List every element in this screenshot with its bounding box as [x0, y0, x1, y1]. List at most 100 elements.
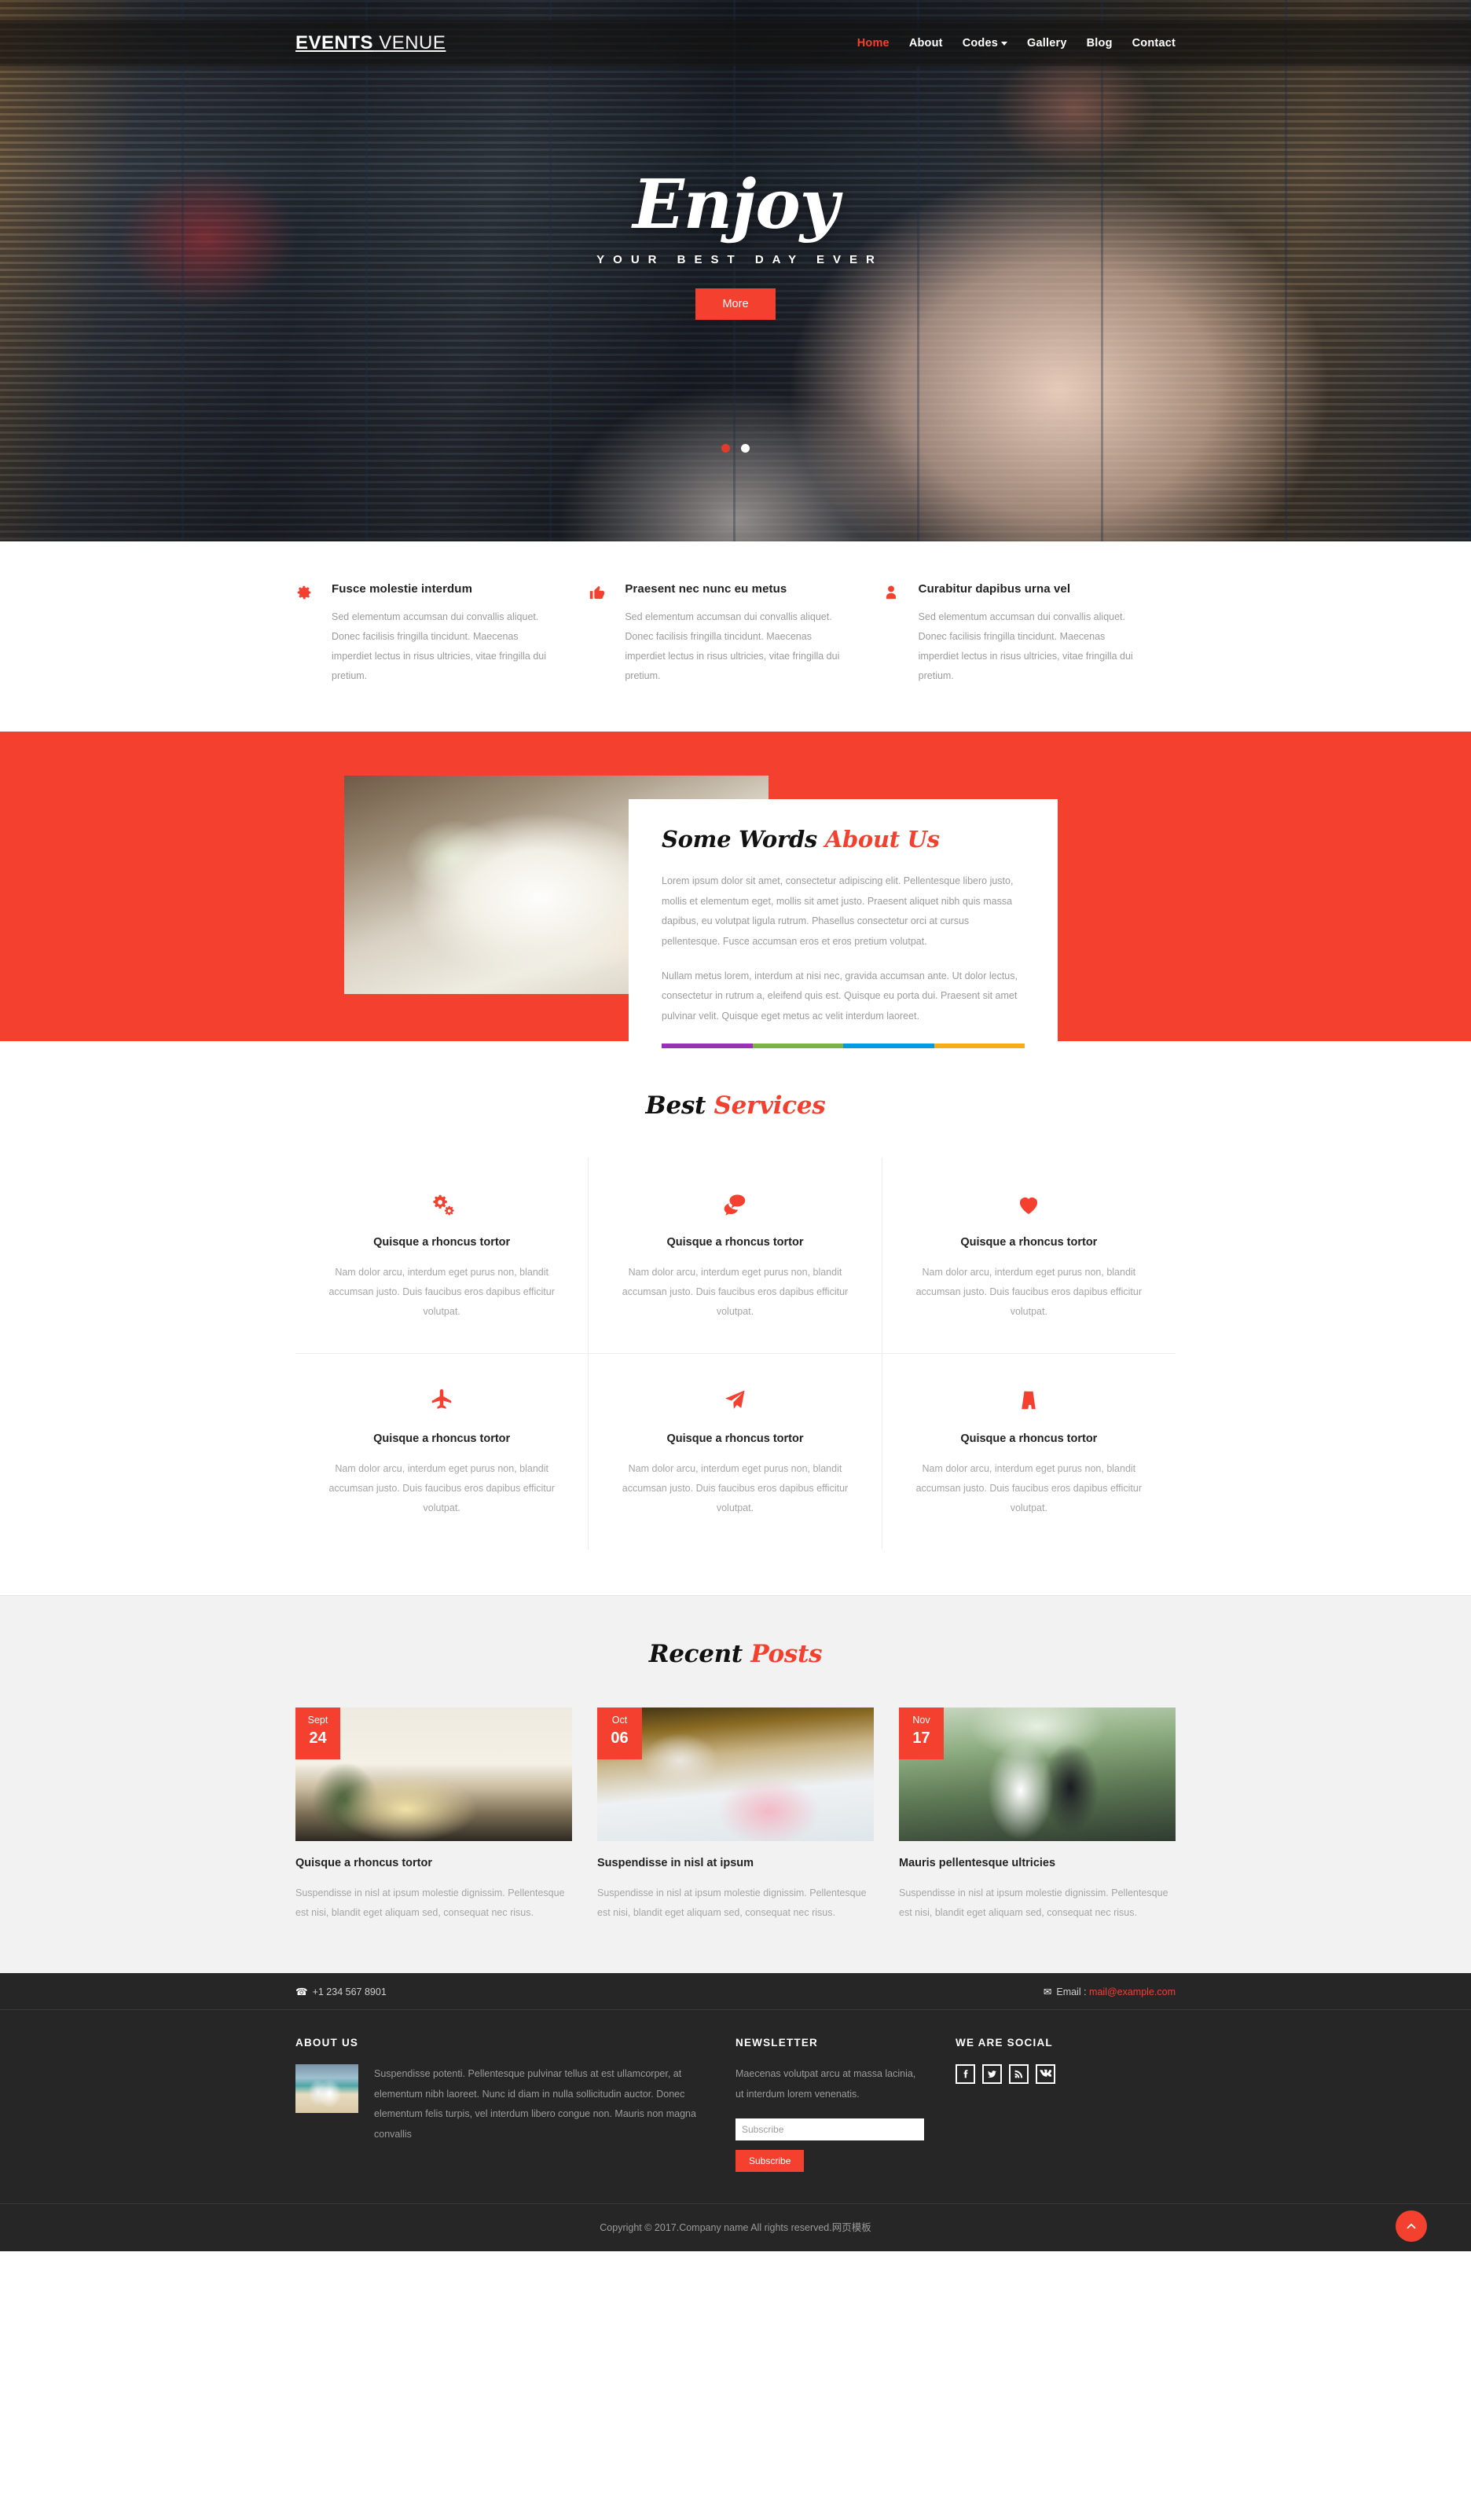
- hero-more-button[interactable]: More: [695, 288, 776, 320]
- logo-light: VENUE: [373, 32, 446, 53]
- nav-label: Contact: [1132, 37, 1176, 50]
- posts-heading-dark: Recent: [648, 1640, 751, 1668]
- thumbs-up-icon: [589, 582, 612, 686]
- post-date-day: 17: [912, 1729, 930, 1747]
- post-thumbnail: Oct 06: [597, 1708, 874, 1841]
- service-title: Quisque a rhoncus tortor: [373, 1236, 511, 1249]
- site-footer: ☎ +1 234 567 8901 ✉ Email : mail@example.c…: [0, 1973, 1471, 2252]
- nav-item-contact[interactable]: Contact: [1132, 37, 1176, 50]
- footer-about-image: [295, 2064, 358, 2113]
- service-title: Quisque a rhoncus tortor: [666, 1432, 804, 1445]
- twitter-icon[interactable]: [982, 2064, 1002, 2084]
- footer-newsletter-heading: NEWSLETTER: [736, 2037, 818, 2049]
- posts-heading-accent: Posts: [750, 1640, 823, 1668]
- feature-text: Sed elementum accumsan dui convallis ali…: [918, 611, 1133, 681]
- footer-about-heading: ABOUT US: [295, 2037, 359, 2049]
- nav-item-codes[interactable]: Codes: [963, 37, 1008, 50]
- footer-email-label: Email :: [1056, 1986, 1090, 1997]
- nav-label: Blog: [1086, 37, 1113, 50]
- about-section: Some Words About Us Lorem ipsum dolor si…: [0, 732, 1471, 1073]
- post-title[interactable]: Suspendisse in nisl at ipsum: [597, 1857, 874, 1869]
- services-section: Best Services Quisque a rhoncus tortor N…: [0, 1041, 1471, 1595]
- about-title-accent: About Us: [824, 826, 940, 853]
- service-title: Quisque a rhoncus tortor: [666, 1236, 804, 1249]
- vk-icon[interactable]: [1036, 2064, 1055, 2084]
- rss-icon[interactable]: [1009, 2064, 1029, 2084]
- scroll-to-top-button[interactable]: [1396, 2210, 1427, 2243]
- nav-item-home[interactable]: Home: [857, 37, 890, 50]
- post-excerpt: Suspendisse in nisl at ipsum molestie di…: [295, 1887, 565, 1918]
- service-text: Nam dolor arcu, interdum eget purus non,…: [915, 1267, 1143, 1317]
- service-text: Nam dolor arcu, interdum eget purus non,…: [328, 1267, 555, 1317]
- facebook-icon[interactable]: [956, 2064, 975, 2084]
- post-date-day: 06: [611, 1729, 629, 1747]
- post-card[interactable]: Nov 17 Mauris pellentesque ultricies Sus…: [899, 1708, 1176, 1923]
- about-title-dark: Some Words: [662, 826, 825, 853]
- service-card: Quisque a rhoncus tortor Nam dolor arcu,…: [882, 1354, 1176, 1550]
- footer-newsletter-column: NEWSLETTER Maecenas volutpat arcu at mas…: [736, 2037, 956, 2173]
- footer-phone[interactable]: ☎ +1 234 567 8901: [295, 1986, 387, 1997]
- service-title: Quisque a rhoncus tortor: [373, 1432, 511, 1445]
- nav-label: Home: [857, 37, 890, 50]
- newsletter-subscribe-button[interactable]: Subscribe: [736, 2150, 805, 2173]
- service-card: Quisque a rhoncus tortor Nam dolor arcu,…: [295, 1157, 589, 1354]
- services-heading-dark: Best: [645, 1091, 714, 1120]
- post-thumbnail: Sept 24: [295, 1708, 572, 1841]
- hero-banner: EVENTS VENUE Home About Codes Gallery Bl…: [0, 0, 1471, 541]
- footer-columns: ABOUT US Suspendisse potenti. Pellentesq…: [295, 2010, 1176, 2203]
- service-card: Quisque a rhoncus tortor Nam dolor arcu,…: [589, 1157, 882, 1354]
- services-grid: Quisque a rhoncus tortor Nam dolor arcu,…: [295, 1157, 1176, 1550]
- footer-about-text: Suspendisse potenti. Pellentesque pulvin…: [374, 2068, 696, 2140]
- post-date-badge: Oct 06: [597, 1708, 642, 1759]
- carousel-dot-1[interactable]: [721, 444, 730, 453]
- footer-phone-number: +1 234 567 8901: [312, 1986, 387, 1997]
- about-title: Some Words About Us: [662, 826, 1025, 853]
- footer-about-column: ABOUT US Suspendisse potenti. Pellentesq…: [295, 2037, 736, 2172]
- post-excerpt: Suspendisse in nisl at ipsum molestie di…: [899, 1887, 1168, 1918]
- about-paragraph-2: Nullam metus lorem, interdum at nisi nec…: [662, 970, 1018, 1022]
- main-navigation: Home About Codes Gallery Blog Contact: [857, 37, 1176, 50]
- post-date-month: Nov: [912, 1715, 930, 1726]
- service-card: Quisque a rhoncus tortor Nam dolor arcu,…: [882, 1157, 1176, 1354]
- recent-posts-section: Recent Posts Sept 24 Quisque a rhoncus t…: [0, 1595, 1471, 1973]
- paper-plane-icon: [615, 1388, 854, 1415]
- feature-text: Sed elementum accumsan dui convallis ali…: [625, 611, 840, 681]
- newsletter-email-input[interactable]: [736, 2118, 924, 2141]
- service-text: Nam dolor arcu, interdum eget purus non,…: [622, 1463, 849, 1513]
- site-header: EVENTS VENUE Home About Codes Gallery Bl…: [0, 20, 1471, 66]
- carousel-dot-2[interactable]: [741, 444, 750, 453]
- phone-icon: ☎: [295, 1986, 308, 1997]
- nav-item-about[interactable]: About: [909, 37, 943, 50]
- footer-email: ✉ Email : mail@example.com: [1044, 1986, 1176, 1997]
- post-date-month: Oct: [611, 1715, 628, 1726]
- post-date-day: 24: [309, 1729, 327, 1747]
- footer-email-link[interactable]: mail@example.com: [1089, 1986, 1176, 1997]
- service-card: Quisque a rhoncus tortor Nam dolor arcu,…: [295, 1354, 589, 1550]
- logo-bold: EVENTS: [295, 32, 374, 53]
- hero-content: Enjoy YOUR BEST DAY EVER More: [0, 171, 1471, 320]
- feature-title: Curabitur dapibus urna vel: [918, 582, 1071, 596]
- post-title[interactable]: Mauris pellentesque ultricies: [899, 1857, 1176, 1869]
- hero-subtitle: YOUR BEST DAY EVER: [596, 253, 883, 266]
- site-logo[interactable]: EVENTS VENUE: [295, 32, 446, 54]
- post-card[interactable]: Sept 24 Quisque a rhoncus tortor Suspend…: [295, 1708, 572, 1923]
- about-card: Some Words About Us Lorem ipsum dolor si…: [629, 799, 1058, 1073]
- post-thumbnail: Nov 17: [899, 1708, 1176, 1841]
- feature-text: Sed elementum accumsan dui convallis ali…: [332, 611, 547, 681]
- service-title: Quisque a rhoncus tortor: [960, 1432, 1098, 1445]
- road-icon: [909, 1388, 1149, 1415]
- user-icon: [882, 582, 906, 686]
- stripe-orange: [934, 1044, 1025, 1049]
- post-title[interactable]: Quisque a rhoncus tortor: [295, 1857, 572, 1869]
- service-card: Quisque a rhoncus tortor Nam dolor arcu,…: [589, 1354, 882, 1550]
- nav-item-gallery[interactable]: Gallery: [1027, 37, 1067, 50]
- service-text: Nam dolor arcu, interdum eget purus non,…: [622, 1267, 849, 1317]
- page-root: EVENTS VENUE Home About Codes Gallery Bl…: [0, 0, 1471, 2252]
- cog-icon: [295, 582, 319, 686]
- posts-grid: Sept 24 Quisque a rhoncus tortor Suspend…: [295, 1708, 1176, 1923]
- services-heading: Best Services: [0, 1091, 1471, 1120]
- post-card[interactable]: Oct 06 Suspendisse in nisl at ipsum Susp…: [597, 1708, 874, 1923]
- footer-contact-bar: ☎ +1 234 567 8901 ✉ Email : mail@example.c…: [0, 1973, 1471, 2010]
- feature-item: Curabitur dapibus urna vel Sed elementum…: [882, 582, 1176, 686]
- nav-item-blog[interactable]: Blog: [1087, 37, 1113, 50]
